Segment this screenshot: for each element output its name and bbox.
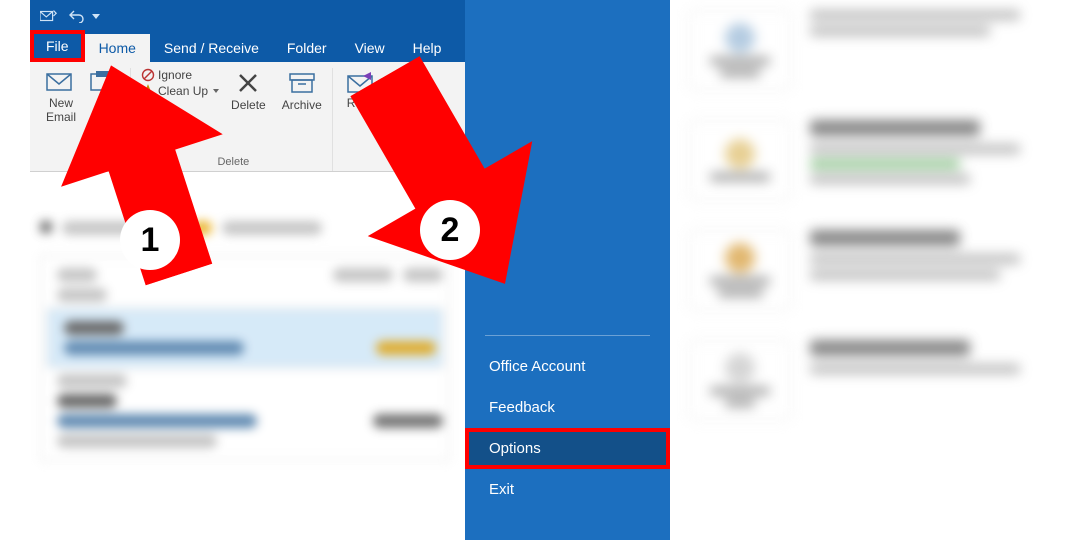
delete-button[interactable]: Delete [227, 68, 270, 114]
ribbon-tabs: File Home Send / Receive Folder View Hel… [30, 32, 470, 62]
annotation-arrow-2: 2 [350, 60, 540, 300]
archive-button[interactable]: Archive [278, 68, 326, 114]
annotation-arrow-1: 1 [60, 60, 230, 280]
account-info-blurred [670, 0, 1071, 540]
backstage-exit[interactable]: Exit [465, 469, 670, 510]
tab-folder[interactable]: Folder [273, 34, 341, 62]
undo-quick-icon[interactable] [68, 7, 86, 25]
send-receive-quick-icon[interactable] [40, 7, 58, 25]
annotation-step-1-badge: 1 [120, 210, 180, 270]
tab-view[interactable]: View [341, 34, 399, 62]
delete-label: Delete [231, 98, 266, 112]
archive-label: Archive [282, 98, 322, 112]
backstage-office-account[interactable]: Office Account [465, 346, 670, 387]
tab-file[interactable]: File [30, 30, 85, 62]
backstage-divider [485, 335, 650, 336]
quick-access-dropdown-icon[interactable] [92, 14, 100, 19]
annotation-step-2-badge: 2 [420, 200, 480, 260]
title-bar [30, 0, 470, 32]
backstage-feedback[interactable]: Feedback [465, 387, 670, 428]
backstage-options[interactable]: Options [465, 428, 670, 469]
